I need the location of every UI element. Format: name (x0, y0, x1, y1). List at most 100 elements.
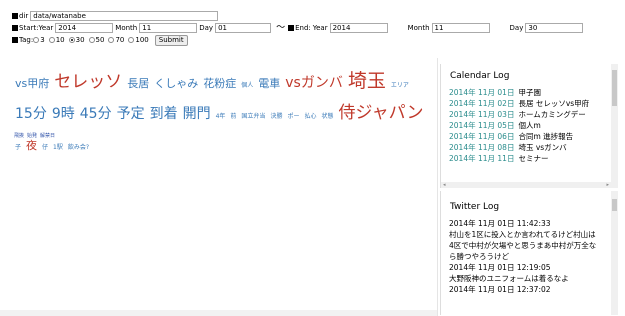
bullet-square (12, 13, 18, 19)
start-label: Start (19, 24, 37, 32)
cloud-tag[interactable]: 個人 (241, 82, 253, 89)
cloud-tag[interactable]: vsガンバ (285, 75, 343, 91)
tag-cloud: vs甲府 セレッソ 長居 くしゃみ 花粉症 個人 電車 vsガンバ 埼玉 エリア 15分 9時 45分予… (15, 68, 430, 161)
tag-row: Tag: 3 10 30 50 70 100 Submit (12, 34, 585, 46)
cloud-tag[interactable]: 解禁日 (40, 133, 55, 139)
tweet-date: 2014年 11月 01日 12:37:02 (449, 285, 551, 294)
tag-radio-label: 10 (55, 35, 65, 44)
cloud-tag[interactable]: 埼玉 (348, 70, 386, 92)
start-month-label: Month (115, 24, 138, 32)
bullet-square (288, 25, 295, 31)
cloud-tag[interactable]: 4年 (216, 113, 226, 120)
cloud-tag[interactable]: 仔 (42, 144, 48, 151)
tag-radio-10[interactable]: 10 (48, 34, 65, 46)
radio-circle-icon[interactable] (33, 36, 40, 43)
cloud-tag[interactable]: エリア (391, 82, 409, 89)
twitter-vertical-scrollbar[interactable] (611, 191, 618, 315)
tag-radio-group: 3 10 30 50 70 100 (33, 34, 153, 47)
radio-circle-icon[interactable] (48, 36, 55, 43)
dir-input[interactable] (30, 11, 219, 21)
cloud-tag[interactable]: 侍ジャパン (339, 103, 424, 123)
cloud-tag[interactable]: セレッソ (54, 72, 122, 92)
calendar-entry-text: ホームカミングデー (518, 110, 586, 119)
cloud-tag[interactable]: 子 (15, 144, 21, 151)
calendar-scroll-thumb[interactable] (612, 70, 617, 106)
calendar-entry-date: 2014年 11月 01日 (449, 88, 515, 97)
tag-radio-3[interactable]: 3 (33, 34, 45, 46)
start-day-input[interactable] (215, 23, 272, 33)
cloud-tag[interactable]: 払心 (304, 113, 316, 120)
radio-circle-icon[interactable] (88, 36, 95, 43)
tweet-text: 4区で中村が欠場やと思うまあ中村が万全な (449, 241, 597, 250)
start-day-label: Day (199, 24, 214, 32)
cloud-tag[interactable]: 国立弁当 (241, 113, 265, 120)
tweet-date: 2014年 11月 01日 12:19:05 (449, 263, 551, 272)
radio-circle-icon[interactable] (108, 36, 115, 43)
calendar-entry-text: 埼玉 vsガンバ (518, 143, 567, 152)
cloud-tag[interactable]: ポー (287, 113, 299, 120)
calendar-entry: 2014年 11月 01日 甲子園 (441, 87, 618, 98)
cloud-tag[interactable]: 45分 (80, 106, 112, 122)
cloud-tag[interactable]: 9時 (52, 106, 75, 122)
radio-circle-icon[interactable] (128, 36, 135, 43)
tag-radio-50[interactable]: 50 (88, 34, 104, 46)
cloud-tag[interactable]: 電車 (258, 77, 280, 90)
end-year-input[interactable] (329, 23, 388, 33)
calendar-entry-date: 2014年 11月 08日 (449, 143, 515, 152)
twitter-scroll-thumb[interactable] (612, 199, 617, 211)
cloud-tag[interactable]: 夜 (26, 139, 37, 152)
radio-circle-icon[interactable] (68, 36, 75, 43)
tag-label: Tag (19, 36, 31, 44)
calendar-entry-date: 2014年 11月 05日 (449, 121, 515, 130)
calendar-entry: 2014年 11月 08日 埼玉 vsガンバ (441, 142, 618, 153)
cloud-tag[interactable]: 飲み会? (68, 144, 89, 151)
scroll-right-icon[interactable]: ▸ (606, 182, 609, 188)
cloud-tag[interactable]: 前 (230, 113, 236, 120)
tag-radio-label: 3 (40, 35, 45, 44)
calendar-log-title: Calendar Log (450, 71, 510, 81)
cloud-tag[interactable]: 花粉症 (203, 77, 236, 90)
calendar-vertical-scrollbar[interactable] (611, 64, 618, 188)
main-horizontal-scrollbar[interactable] (0, 310, 437, 316)
cloud-tag[interactable]: 予定 (117, 106, 145, 122)
cloud-tag[interactable]: 15分 (15, 106, 47, 122)
scroll-left-icon[interactable]: ◂ (443, 182, 446, 188)
calendar-log-list: 2014年 11月 01日 甲子園 2014年 11月 02日 長居 セレッソvs甲府… (441, 87, 618, 164)
start-month-input[interactable] (139, 23, 198, 33)
calendar-entry: 2014年 11月 03日 ホームカミングデー (441, 109, 618, 120)
bullet-square (12, 25, 18, 31)
calendar-entry: 2014年 11月 05日 個人m (441, 120, 618, 131)
calendar-entry-text: 合同m 進捗報告 (518, 132, 574, 141)
end-month-input[interactable] (431, 23, 490, 33)
submit-button[interactable]: Submit (154, 34, 188, 46)
start-year-input[interactable] (55, 23, 114, 33)
tag-radio-label: 70 (115, 35, 125, 44)
tweet-text: 大野阪神のユニフォームは着るなよ (449, 274, 569, 283)
dir-row: dir (12, 10, 585, 22)
range-tilde: 〜 (276, 23, 286, 33)
calendar-entry-date: 2014年 11月 02日 (449, 99, 515, 108)
end-day-input[interactable] (525, 23, 584, 33)
cloud-tag[interactable]: 決勝 (270, 113, 282, 120)
end-month-label: Month (407, 24, 430, 32)
cloud-tag[interactable]: vs甲府 (15, 77, 49, 90)
cloud-tag[interactable]: 始発 (27, 133, 37, 139)
cloud-tag[interactable]: 1駅 (53, 144, 63, 151)
cloud-tag[interactable]: 状態 (321, 113, 333, 120)
calendar-log-panel: Calendar Log 2014年 11月 01日 甲子園 2014年 11月 0… (440, 64, 618, 188)
cloud-tag[interactable]: 飛挨 (14, 133, 24, 139)
tag-radio-70[interactable]: 70 (108, 34, 124, 46)
calendar-horizontal-scrollbar[interactable]: ◂ ▸ (441, 182, 611, 188)
bullet-square (12, 37, 18, 43)
tweet-date: 2014年 11月 01日 11:42:33 (449, 219, 551, 228)
cloud-tag[interactable]: 開門 (183, 106, 211, 122)
cloud-tag[interactable]: くしゃみ (154, 77, 198, 90)
calendar-entry: 2014年 11月 11日 セミナー (441, 153, 618, 164)
cloud-tag[interactable]: 到着 (150, 106, 178, 122)
tag-radio-100[interactable]: 100 (128, 34, 149, 46)
calendar-entry: 2014年 11月 02日 長居 セレッソvs甲府 (441, 98, 618, 109)
calendar-entry-text: 甲子園 (518, 88, 541, 97)
tweet-text: 村山を1区に投入とか言われてるけど村山は (449, 230, 596, 239)
cloud-tag[interactable]: 長居 (127, 77, 149, 90)
tag-radio-30[interactable]: 30 (68, 34, 85, 46)
